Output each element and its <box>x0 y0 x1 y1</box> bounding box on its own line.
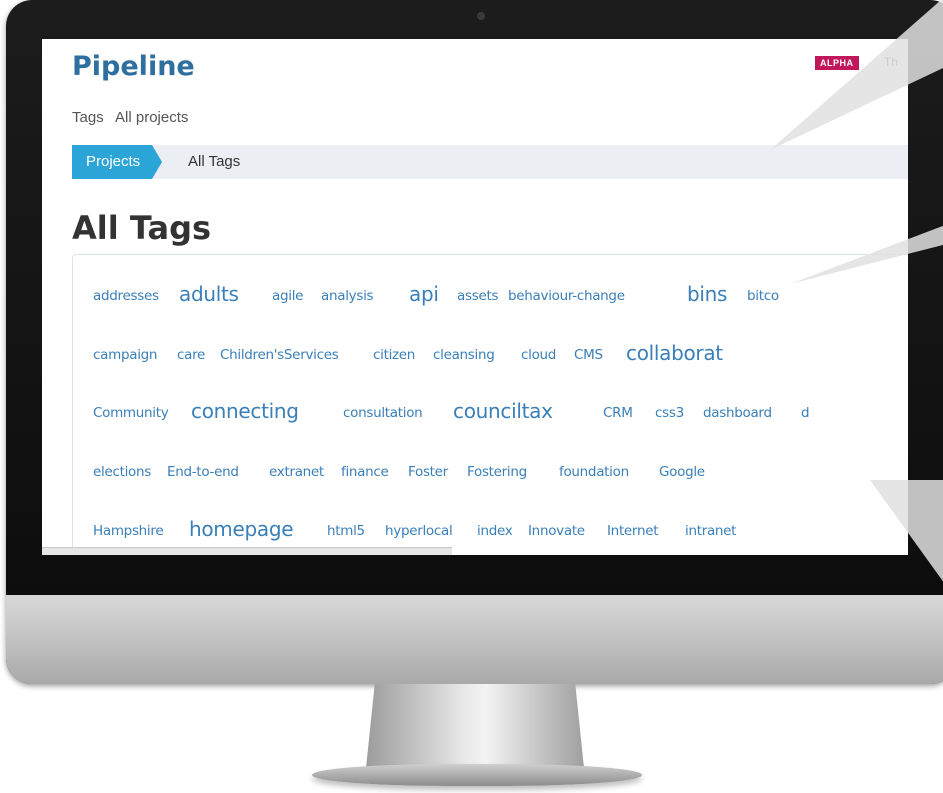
camera-icon <box>477 12 485 20</box>
tag-link[interactable]: bins <box>687 282 727 306</box>
tag-link[interactable]: finance <box>341 464 389 480</box>
browser-status-bar <box>42 547 452 555</box>
breadcrumb: Projects All Tags <box>72 145 908 179</box>
tag-link[interactable]: care <box>177 347 205 363</box>
tag-link[interactable]: css3 <box>655 405 684 421</box>
tag-link[interactable]: foundation <box>559 464 629 480</box>
tag-link[interactable]: index <box>477 523 513 539</box>
tag-link[interactable]: addresses <box>93 288 159 304</box>
tag-link[interactable]: bitco <box>747 288 779 304</box>
tag-link[interactable]: consultation <box>343 405 423 421</box>
tag-link[interactable]: citizen <box>373 347 415 363</box>
nav-tags-link[interactable]: Tags <box>72 109 104 126</box>
tag-link[interactable]: cleansing <box>433 347 495 363</box>
alpha-badge: ALPHA <box>815 56 859 70</box>
monitor-stand-base <box>312 764 642 786</box>
tag-link[interactable]: counciltax <box>453 399 553 423</box>
tag-link[interactable]: hyperlocal <box>385 523 453 539</box>
tag-link[interactable]: Innovate <box>528 523 585 539</box>
tag-link[interactable]: d <box>801 405 810 421</box>
tag-link[interactable]: End-to-end <box>167 464 239 480</box>
tag-link[interactable]: homepage <box>189 517 294 541</box>
breadcrumb-current: All Tags <box>188 153 241 170</box>
tag-link[interactable]: Community <box>93 405 169 421</box>
tag-link[interactable]: extranet <box>269 464 324 480</box>
tag-link[interactable]: Hampshire <box>93 523 164 539</box>
top-nav: Tags All projects <box>72 109 196 126</box>
tag-link[interactable]: Fostering <box>467 464 527 480</box>
tag-cloud: addresses adults agile analysis api asse… <box>72 254 908 555</box>
nav-all-projects-link[interactable]: All projects <box>115 109 188 126</box>
tag-link[interactable]: html5 <box>327 523 365 539</box>
tag-link[interactable]: Google <box>659 464 705 480</box>
monitor-chin <box>6 595 943 684</box>
monitor-stand <box>366 684 584 768</box>
tag-link[interactable]: cloud <box>521 347 556 363</box>
tag-link[interactable]: api <box>409 282 439 306</box>
tag-link[interactable]: campaign <box>93 347 157 363</box>
tag-link[interactable]: Foster <box>408 464 448 480</box>
tag-link[interactable]: adults <box>179 282 239 306</box>
tag-link[interactable]: connecting <box>191 399 299 423</box>
tag-link[interactable]: CRM <box>603 405 633 421</box>
tag-link[interactable]: CMS <box>574 347 603 363</box>
tag-link[interactable]: agile <box>272 288 303 304</box>
breadcrumb-projects[interactable]: Projects <box>72 145 163 179</box>
tag-link[interactable]: Internet <box>607 523 659 539</box>
tag-link[interactable]: Children'sServices <box>220 347 339 363</box>
tag-link[interactable]: collaborat <box>626 341 723 365</box>
tag-link[interactable]: analysis <box>321 288 374 304</box>
screen: Pipeline ALPHA Th Tags All projects Proj… <box>42 39 908 555</box>
tag-link[interactable]: behaviour-change <box>508 288 625 304</box>
tag-link[interactable]: elections <box>93 464 151 480</box>
app-title[interactable]: Pipeline <box>72 51 195 82</box>
tag-link[interactable]: assets <box>457 288 498 304</box>
tag-link[interactable]: dashboard <box>703 405 772 421</box>
page-title: All Tags <box>72 209 212 247</box>
tag-link[interactable]: intranet <box>685 523 736 539</box>
